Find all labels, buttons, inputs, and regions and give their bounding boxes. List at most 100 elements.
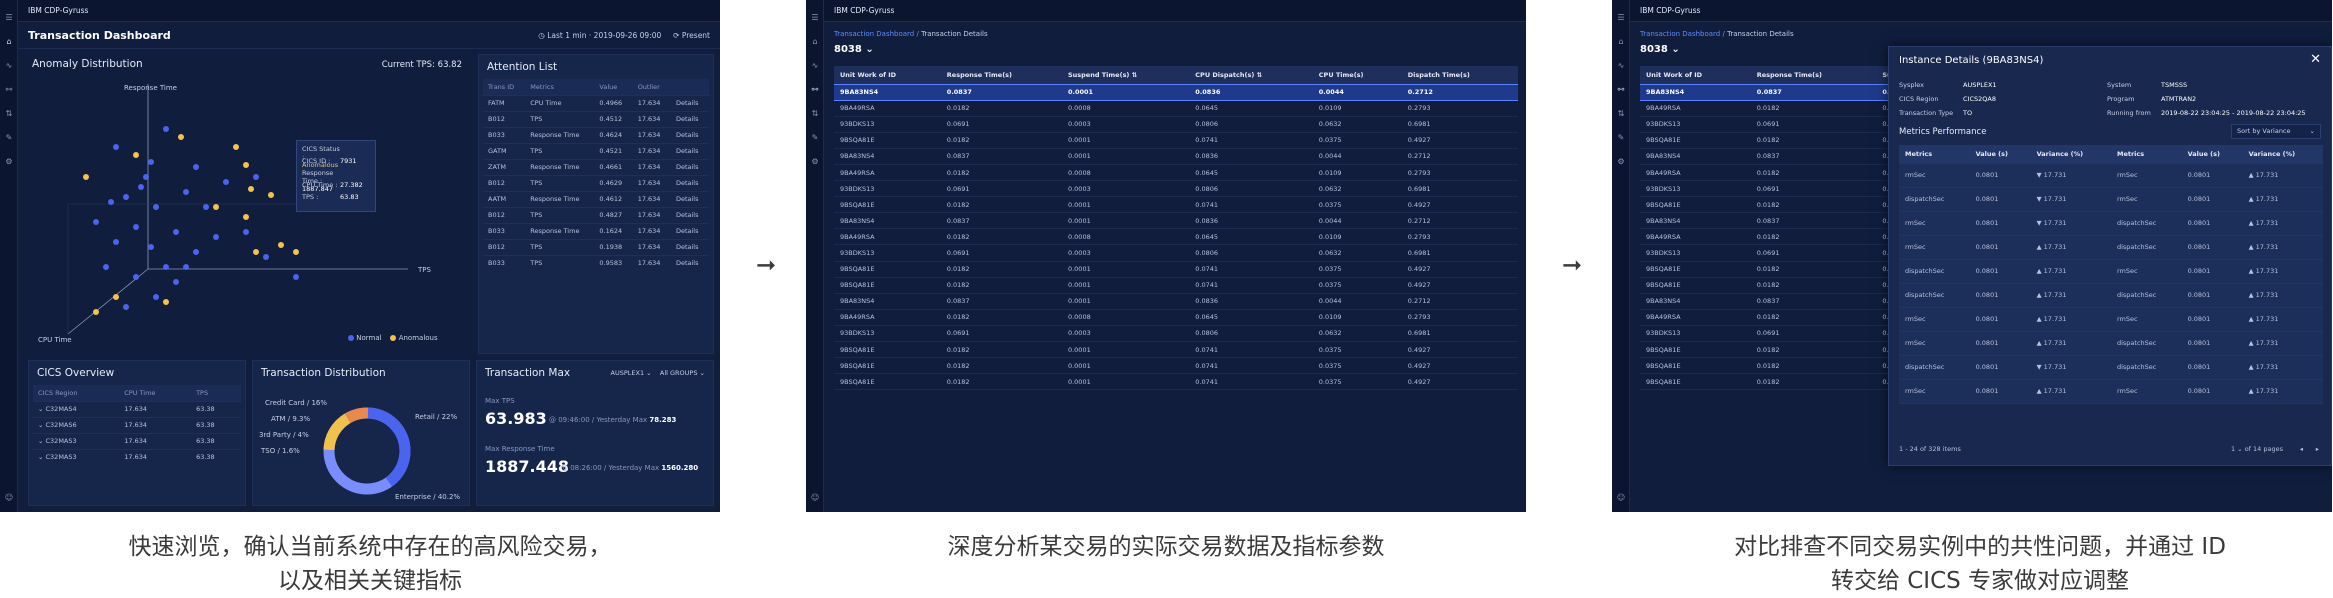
details-link[interactable]: Details: [670, 94, 709, 111]
normal-point[interactable]: [203, 204, 209, 210]
menu-icon[interactable]: ☰: [1612, 11, 1630, 24]
metrics-row[interactable]: rmSec 0.0801 ▲ 17.731 dispatchSec 0.0801 ▲ 17…: [1899, 235, 2323, 260]
details-row[interactable]: 93BDKS130.06910.00030.08060.06320.6981: [834, 116, 1518, 133]
details-row[interactable]: 93BDKS130.06910.00030.08060.06320.6981: [834, 180, 1518, 198]
normal-point[interactable]: [163, 126, 169, 132]
time-range[interactable]: ◷ Last 1 min · 2019-09-26 09:00 ⟳ Presen…: [538, 22, 710, 49]
details-row[interactable]: 9BSQA81E0.01820.00010.07410.03750.4927: [834, 277, 1518, 294]
normal-point[interactable]: [253, 174, 259, 180]
anomalous-point[interactable]: [293, 249, 299, 255]
details-row[interactable]: 9BSQA81E0.01820.00010.07410.03750.4927: [834, 357, 1518, 375]
transfer-icon[interactable]: ⇅: [0, 107, 18, 120]
home-icon[interactable]: ⌂: [0, 35, 18, 48]
attention-row[interactable]: GATM TPS 0.4521 17.634 Details: [483, 142, 709, 159]
metrics-row[interactable]: rmSec 0.0801 ▲ 17.731 rmSec 0.0801 ▲ 17.731: [1899, 379, 2323, 404]
anomalous-point[interactable]: [243, 162, 249, 168]
details-row[interactable]: 9BA83NS40.08370.00010.08360.00440.2712: [834, 148, 1518, 165]
details-row[interactable]: 93BDKS130.06910.00030.08060.06320.6981: [834, 325, 1518, 343]
cics-row[interactable]: ⌄ C32MAS4 17.634 63.38: [33, 400, 241, 417]
attention-row[interactable]: ZATM Response Time 0.4661 17.634 Details: [483, 158, 709, 175]
anomalous-point[interactable]: [213, 204, 219, 210]
metrics-row[interactable]: dispatchSec 0.0801 ▲ 17.731 dispatchSec 0.08…: [1899, 283, 2323, 308]
link-icon[interactable]: ⚯: [806, 83, 824, 96]
gear-icon[interactable]: ⚙: [1612, 155, 1630, 168]
anomalous-point[interactable]: [163, 299, 169, 305]
breadcrumb-dashboard[interactable]: Transaction Dashboard: [1640, 30, 1720, 38]
details-row[interactable]: 9BSQA81E0.01820.00010.07410.03750.4927: [834, 196, 1518, 214]
anomalous-point[interactable]: [248, 186, 254, 192]
anomalous-point[interactable]: [178, 134, 184, 140]
details-link[interactable]: Details: [670, 190, 709, 207]
attention-row[interactable]: B012 TPS 0.4512 17.634 Details: [483, 110, 709, 127]
normal-point[interactable]: [163, 264, 169, 270]
transfer-icon[interactable]: ⇅: [1612, 107, 1630, 120]
tag-icon[interactable]: ✎: [806, 131, 824, 144]
cics-row[interactable]: ⌄ C32MAS3 17.634 63.38: [33, 448, 241, 465]
details-link[interactable]: Details: [670, 174, 709, 191]
normal-point[interactable]: [173, 229, 179, 235]
home-icon[interactable]: ⌂: [1612, 35, 1630, 48]
normal-point[interactable]: [93, 219, 99, 225]
sysplex-select[interactable]: AUSPLEX1 ⌄: [611, 369, 652, 377]
normal-point[interactable]: [148, 244, 154, 250]
link-icon[interactable]: ⚯: [1612, 83, 1630, 96]
details-row[interactable]: 9BA83NS40.08370.00010.08360.00440.2712: [834, 83, 1518, 101]
close-icon[interactable]: ✕: [2310, 52, 2321, 67]
details-link[interactable]: Details: [670, 222, 709, 239]
details-row[interactable]: 9BSQA81E0.01820.00010.07410.03750.4927: [834, 261, 1518, 278]
gear-icon[interactable]: ⚙: [0, 155, 18, 168]
normal-point[interactable]: [293, 274, 299, 280]
chart-icon[interactable]: ∿: [0, 59, 18, 72]
normal-point[interactable]: [183, 189, 189, 195]
anomalous-point[interactable]: [93, 309, 99, 315]
normal-point[interactable]: [138, 184, 144, 190]
details-row[interactable]: 9BA83NS40.08370.00010.08360.00440.2712: [834, 293, 1518, 310]
metrics-row[interactable]: rmSec 0.0801 ▲ 17.731 dispatchSec 0.0801 ▲ 17…: [1899, 331, 2323, 356]
chart-icon[interactable]: ∿: [1612, 59, 1630, 72]
normal-point[interactable]: [123, 194, 129, 200]
normal-point[interactable]: [143, 174, 149, 180]
tag-icon[interactable]: ✎: [1612, 131, 1630, 144]
anomalous-point[interactable]: [268, 192, 274, 198]
cics-row[interactable]: ⌄ C32MAS3 17.634 63.38: [33, 432, 241, 449]
attention-row[interactable]: B033 Response Time 0.4624 17.634 Details: [483, 126, 709, 143]
normal-point[interactable]: [263, 254, 269, 260]
normal-point[interactable]: [113, 239, 119, 245]
link-icon[interactable]: ⚯: [0, 83, 18, 96]
details-row[interactable]: 9BA49RSA0.01820.00080.06450.01090.2793: [834, 164, 1518, 182]
details-row[interactable]: 9BA83NS40.08370.00010.08360.00440.2712: [834, 212, 1518, 230]
details-link[interactable]: Details: [670, 238, 709, 255]
anomalous-point[interactable]: [113, 294, 119, 300]
normal-point[interactable]: [223, 179, 229, 185]
details-link[interactable]: Details: [670, 142, 709, 159]
details-row[interactable]: 9BSQA81E0.01820.00010.07410.03750.4927: [834, 373, 1518, 391]
attention-row[interactable]: B012 TPS 0.4629 17.634 Details: [483, 174, 709, 191]
attention-row[interactable]: B033 Response Time 0.1624 17.634 Details: [483, 222, 709, 239]
details-link[interactable]: Details: [670, 126, 709, 143]
anomalous-point[interactable]: [253, 249, 259, 255]
attention-row[interactable]: B012 TPS 0.1938 17.634 Details: [483, 238, 709, 255]
normal-point[interactable]: [193, 164, 199, 170]
menu-icon[interactable]: ☰: [806, 11, 824, 24]
transfer-icon[interactable]: ⇅: [806, 107, 824, 120]
details-link[interactable]: Details: [670, 158, 709, 175]
tag-icon[interactable]: ✎: [0, 131, 18, 144]
home-icon[interactable]: ⌂: [806, 35, 824, 48]
details-row[interactable]: 9BA49RSA0.01820.00080.06450.01090.2793: [834, 309, 1518, 326]
details-link[interactable]: Details: [670, 206, 709, 223]
sort-select[interactable]: Sort by Variance ⌄: [2231, 124, 2321, 139]
chart-icon[interactable]: ∿: [806, 59, 824, 72]
details-row[interactable]: 9BSQA81E0.01820.00010.07410.03750.4927: [834, 132, 1518, 149]
cics-row[interactable]: ⌄ C32MAS6 17.634 63.38: [33, 416, 241, 433]
next-page-icon[interactable]: ▸: [2316, 441, 2319, 457]
details-row[interactable]: 9BA49RSA0.01820.00080.06450.01090.2793: [834, 228, 1518, 246]
metrics-row[interactable]: dispatchSec 0.0801 ▼ 17.731 rmSec 0.0801 ▲ 17…: [1899, 187, 2323, 212]
metrics-row[interactable]: rmSec 0.0801 ▼ 17.731 dispatchSec 0.0801 ▲ 17…: [1899, 211, 2323, 236]
metrics-row[interactable]: rmSec 0.0801 ▲ 17.731 rmSec 0.0801 ▲ 17.731: [1899, 307, 2323, 332]
metrics-row[interactable]: dispatchSec 0.0801 ▲ 17.731 rmSec 0.0801 ▲ 17…: [1899, 259, 2323, 284]
anomalous-point[interactable]: [133, 152, 139, 158]
user-icon[interactable]: ☺: [1612, 491, 1630, 504]
normal-point[interactable]: [243, 229, 249, 235]
normal-point[interactable]: [173, 279, 179, 285]
anomalous-point[interactable]: [83, 174, 89, 180]
